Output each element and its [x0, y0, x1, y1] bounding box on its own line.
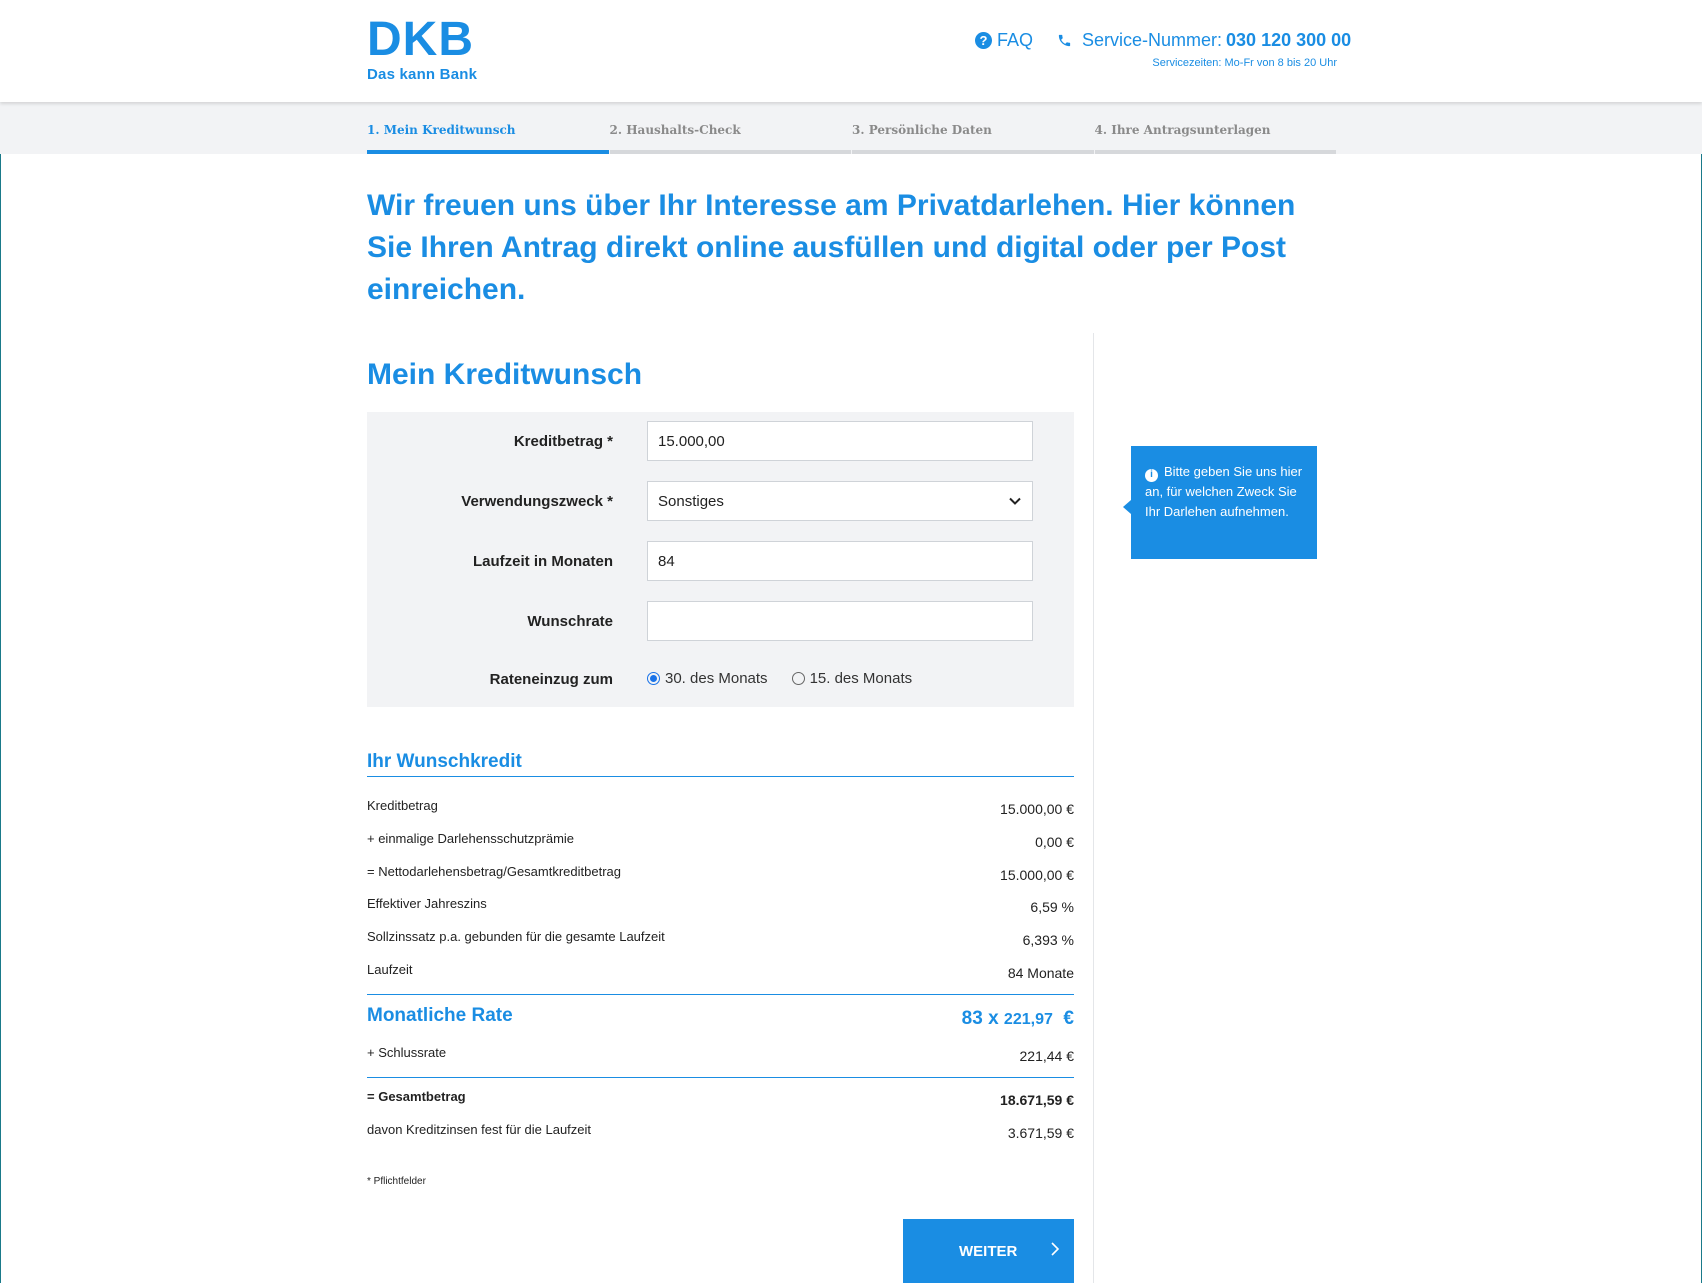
monthly-rate-value: 83 x 221,97 € — [962, 1008, 1074, 1030]
wunschrate-input[interactable] — [647, 601, 1033, 641]
summary-value: 84 Monate — [1007, 965, 1074, 981]
radio-30-label: 30. des Monats — [665, 670, 768, 687]
summary-row: + einmalige Darlehensschutzprämie 0,00 € — [367, 831, 1074, 861]
chevron-right-icon — [1051, 1242, 1060, 1256]
chevron-down-icon — [1009, 497, 1021, 505]
monthly-rate-label: Monatliche Rate — [367, 1005, 513, 1026]
kreditbetrag-label: Kreditbetrag * — [513, 432, 613, 450]
row-kreditbetrag: Kreditbetrag * 15.000,00 — [367, 420, 1074, 462]
section-title: Mein Kreditwunsch — [367, 358, 643, 391]
intro-text: Wir freuen uns über Ihr Interesse am Pri… — [367, 189, 1296, 306]
summary-row: Laufzeit 84 Monate — [367, 962, 1074, 992]
service-label: Service-Nummer: — [1082, 30, 1223, 50]
step-antragsunterlagen: 4. Ihre Antragsunterlagen — [1094, 102, 1338, 154]
laufzeit-input[interactable]: 84 — [647, 541, 1033, 581]
summary-row: Sollzinssatz p.a. gebunden für die gesam… — [367, 929, 1074, 959]
logo-tagline: Das kann Bank — [367, 66, 478, 83]
progress-steps: 1. Mein Kreditwunsch 2. Haushalts-Check … — [367, 102, 1337, 154]
faq-label: FAQ — [997, 30, 1034, 50]
rateneinzug-radios: 30. des Monats 15. des Monats — [647, 670, 936, 687]
logo-mark: DKB — [367, 13, 474, 66]
summary-row: = Nettodarlehensbetrag/Gesamtkreditbetra… — [367, 864, 1074, 894]
schlussrate-label: + Schlussrate — [367, 1045, 447, 1060]
weiter-label: WEITER — [959, 1242, 1018, 1260]
rate-count: 83 x — [961, 1008, 999, 1029]
radio-15[interactable]: 15. des Monats — [791, 670, 913, 687]
rateneinzug-label: Rateneinzug zum — [489, 670, 613, 688]
summary-value: 15.000,00 € — [1000, 867, 1074, 883]
gesamt-value: 18.671,59 € — [1000, 1092, 1074, 1108]
step-kreditwunsch[interactable]: 1. Mein Kreditwunsch — [367, 102, 610, 154]
zinsen-label: davon Kreditzinsen fest für die Laufzeit — [367, 1122, 592, 1137]
wunschrate-label: Wunschrate — [527, 612, 613, 630]
gesamt-row: = Gesamtbetrag 18.671,59 € — [367, 1089, 1074, 1119]
summary-label: Kreditbetrag — [367, 798, 438, 813]
info-icon: i — [1145, 468, 1158, 482]
question-icon: ? — [975, 32, 992, 49]
header: DKB Das kann Bank ? FAQ Service-Nummer: … — [0, 0, 1702, 102]
service-number: 030 120 300 00 — [1226, 30, 1352, 50]
summary-label: Effektiver Jahreszins — [367, 896, 487, 911]
service-times: Servicezeiten: Mo-Fr von 8 bis 20 Uhr — [1152, 57, 1337, 69]
schlussrate-value: 221,44 € — [1019, 1048, 1075, 1064]
laufzeit-label: Laufzeit in Monaten — [473, 552, 613, 570]
step-persoenliche-daten: 3. Persönliche Daten — [852, 102, 1095, 154]
row-wunschrate: Wunschrate — [367, 600, 1074, 642]
summary-label: Laufzeit — [367, 962, 413, 977]
summary-row: davon Kreditzinsen fest für die Laufzeit… — [367, 1122, 1074, 1152]
radio-button-selected[interactable] — [647, 672, 660, 685]
summary-label: + einmalige Darlehensschutzprämie — [367, 831, 575, 846]
service-hotline[interactable]: Service-Nummer: 030 120 300 00 — [1057, 30, 1351, 51]
summary-divider — [367, 994, 1074, 995]
row-verwendungszweck: Verwendungszweck * Sonstiges — [367, 480, 1074, 522]
radio-30[interactable]: 30. des Monats — [647, 670, 768, 687]
summary-value: 6,59 % — [1030, 899, 1074, 915]
rate-amount: 221,97 — [1003, 1011, 1053, 1028]
credit-form: Kreditbetrag * 15.000,00 Verwendungszwec… — [367, 412, 1074, 707]
zinsen-value: 3.671,59 € — [1007, 1125, 1074, 1141]
summary-label: = Nettodarlehensbetrag/Gesamtkreditbetra… — [367, 864, 622, 879]
summary-title: Ihr Wunschkredit — [367, 751, 522, 772]
kreditbetrag-input[interactable]: 15.000,00 — [647, 421, 1033, 461]
radio-button[interactable] — [791, 672, 805, 685]
faq-link[interactable]: ? FAQ — [975, 30, 1033, 51]
gesamt-label: = Gesamtbetrag — [367, 1089, 466, 1104]
radio-15-label: 15. des Monats — [809, 670, 913, 687]
required-note: * Pflichtfelder — [367, 1176, 426, 1187]
summary-value: 6,393 % — [1022, 932, 1074, 948]
summary-divider — [367, 1077, 1074, 1078]
row-laufzeit: Laufzeit in Monaten 84 — [367, 540, 1074, 582]
step-haushalts-check: 2. Haushalts-Check — [609, 102, 853, 154]
summary-divider — [367, 776, 1074, 777]
column-divider — [1093, 333, 1094, 1283]
verwendungszweck-select[interactable]: Sonstiges — [647, 481, 1033, 521]
tooltip-text: Bitte geben Sie uns hier an, für welchen… — [1145, 464, 1303, 519]
summary-row: Kreditbetrag 15.000,00 € — [367, 798, 1074, 828]
rate-currency: € — [1063, 1008, 1074, 1029]
summary-row: Effektiver Jahreszins 6,59 % — [367, 896, 1074, 926]
verwendungszweck-label: Verwendungszweck * — [461, 492, 613, 510]
phone-icon — [1058, 34, 1071, 47]
row-rateneinzug: Rateneinzug zum 30. des Monats 15. des M… — [367, 658, 1074, 700]
summary-label: Sollzinssatz p.a. gebunden für die gesam… — [367, 929, 665, 944]
summary-value: 0,00 € — [1035, 834, 1074, 850]
summary-row: + Schlussrate 221,44 € — [367, 1045, 1074, 1075]
verwendungszweck-value: Sonstiges — [658, 492, 724, 510]
summary-value: 15.000,00 € — [1000, 801, 1074, 817]
dkb-logo[interactable]: DKB Das kann Bank — [367, 13, 478, 84]
info-tooltip: i Bitte geben Sie uns hier an, für welche… — [1123, 446, 1317, 559]
weiter-button[interactable]: WEITER — [903, 1219, 1074, 1283]
